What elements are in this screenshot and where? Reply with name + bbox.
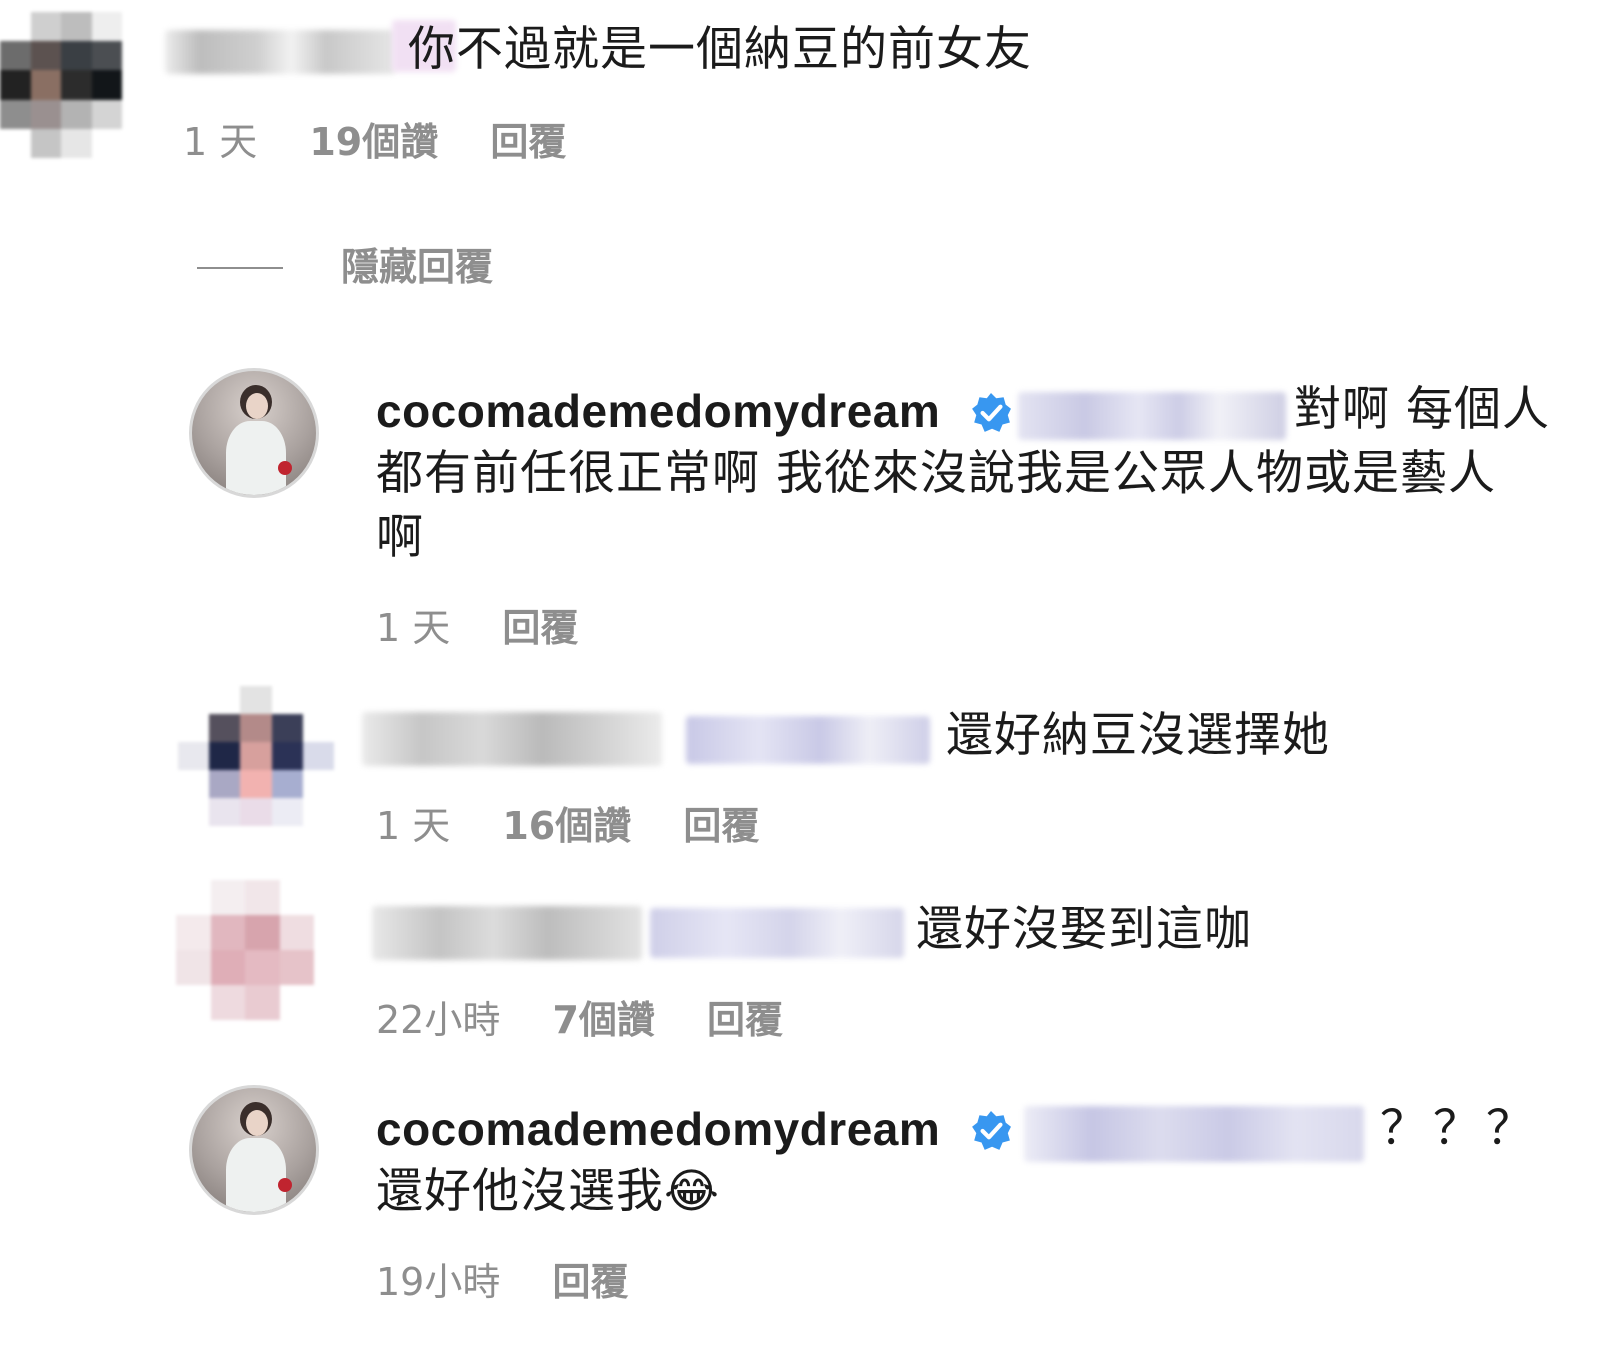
avatar-blurred[interactable]: [0, 12, 122, 158]
reply-button[interactable]: 回覆: [552, 1258, 628, 1306]
verified-badge-icon: [972, 1111, 1011, 1150]
verified-badge-icon: [972, 393, 1011, 432]
comment-text-content: 還好他沒選我: [376, 1164, 664, 1219]
comment-text: 啊: [376, 510, 424, 565]
comment-text: 還好沒娶到這咖: [916, 902, 1252, 957]
comment-text: 都有前任很正常啊 我從來沒說我是公眾人物或是藝人: [376, 446, 1496, 501]
avatar-face: [246, 1110, 268, 1136]
reply-button[interactable]: 回覆: [683, 802, 759, 850]
avatar-rose: [278, 1178, 292, 1192]
comment-time: 22小時: [376, 998, 501, 1042]
avatar-blurred[interactable]: [176, 880, 314, 1020]
comment-time: 19小時: [376, 1260, 501, 1304]
reply-button[interactable]: 回覆: [707, 996, 783, 1044]
avatar-face: [246, 393, 268, 419]
comment-text: 對啊 每個人: [1294, 382, 1550, 437]
comment-meta: 1 天 19個讚 回覆: [183, 118, 606, 166]
avatar-body: [226, 421, 286, 495]
replies-divider: [197, 267, 283, 269]
mention-blurred[interactable]: [1018, 392, 1286, 440]
avatar-rose: [278, 461, 292, 475]
comment-text: 還好他沒選我😂: [376, 1160, 720, 1224]
comment-text: 你不過就是一個納豆的前女友: [408, 22, 1032, 77]
comment-meta: 22小時 7個讚 回覆: [376, 996, 823, 1044]
comment-time: 1 天: [376, 606, 451, 650]
reply-button[interactable]: 回覆: [502, 604, 578, 652]
comment-time: 1 天: [376, 804, 451, 848]
comment-text: 還好納豆沒選擇她: [946, 708, 1330, 763]
comment-meta: 1 天 回覆: [376, 604, 618, 652]
comment-meta: 19小時 回覆: [376, 1258, 668, 1306]
username-blurred[interactable]: [362, 712, 662, 766]
comment-meta: 1 天 16個讚 回覆: [376, 802, 799, 850]
avatar-body: [226, 1138, 286, 1212]
like-count[interactable]: 7個讚: [552, 996, 654, 1044]
like-count[interactable]: 16個讚: [502, 802, 631, 850]
username-blurred[interactable]: [372, 906, 642, 960]
username[interactable]: cocomademedomydream: [376, 381, 940, 441]
username-blurred[interactable]: [165, 30, 395, 74]
like-count[interactable]: 19個讚: [309, 118, 438, 166]
username[interactable]: cocomademedomydream: [376, 1099, 940, 1159]
avatar[interactable]: [189, 1085, 319, 1215]
avatar-blurred[interactable]: [178, 686, 334, 826]
comment-text: ？？？: [1380, 1101, 1539, 1156]
mention-blurred[interactable]: [1024, 1106, 1364, 1162]
comment-time: 1 天: [183, 120, 258, 164]
mention-blurred[interactable]: [686, 716, 930, 764]
mention-blurred[interactable]: [650, 908, 904, 958]
avatar[interactable]: [189, 368, 319, 498]
laughing-emoji-icon: 😂: [664, 1164, 720, 1219]
reply-button[interactable]: 回覆: [490, 118, 566, 166]
hide-replies-button[interactable]: 隱藏回覆: [341, 243, 493, 291]
